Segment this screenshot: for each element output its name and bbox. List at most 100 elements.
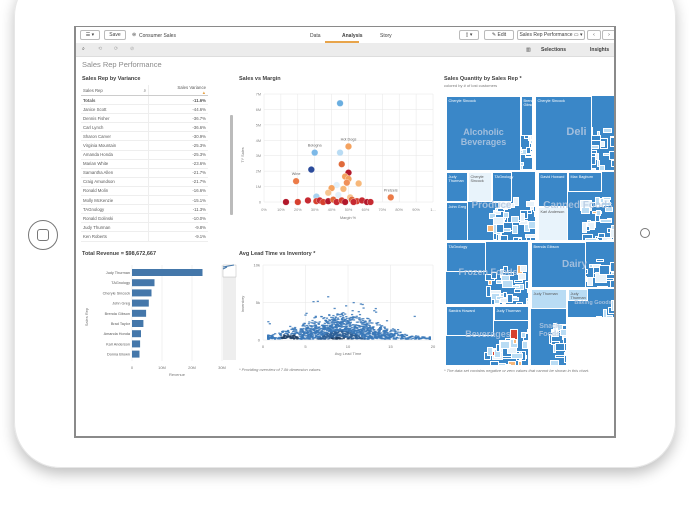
table-row[interactable]: Judy Thurman -9.8%: [81, 222, 208, 233]
treemap-tile[interactable]: [609, 137, 614, 148]
treemap-tile[interactable]: [531, 144, 532, 151]
treemap-tile[interactable]: [513, 279, 524, 284]
treemap-tile[interactable]: [512, 284, 521, 289]
treemap-tile[interactable]: [614, 207, 616, 213]
table-scrollbar[interactable]: [230, 115, 233, 215]
treemap-tile[interactable]: [518, 361, 523, 365]
treemap-category[interactable]: Brenda Gibson Dairy: [530, 241, 616, 288]
treemap-tile[interactable]: [565, 321, 566, 327]
treemap-tile[interactable]: [531, 152, 532, 156]
bar[interactable]: [132, 350, 140, 358]
table-row[interactable]: Janice Scott -44.6%: [81, 104, 208, 115]
scatter-point[interactable]: [350, 198, 358, 206]
tab-story[interactable]: Story: [380, 33, 392, 39]
treemap-rep-tile[interactable]: Brenda Gibson: [521, 96, 532, 136]
tab-analysis[interactable]: Analysis: [342, 33, 363, 39]
table-row[interactable]: Samantha Allen -21.7%: [81, 168, 208, 178]
bar[interactable]: [132, 299, 149, 307]
bar[interactable]: [132, 320, 144, 327]
treemap-rep-tile[interactable]: Judy Thurman: [446, 172, 468, 202]
treemap-tile[interactable]: [489, 361, 500, 365]
scatter-point[interactable]: [292, 177, 300, 185]
table-row[interactable]: Virginia Mountain -25.3%: [81, 140, 208, 151]
treemap-tile[interactable]: [613, 307, 614, 317]
table-row[interactable]: Carl Lynch -36.6%: [81, 122, 208, 133]
treemap-category[interactable]: Judy Thurman Cheryle Sincock TAGnology John…: [445, 171, 536, 241]
treemap-tile[interactable]: [518, 365, 525, 366]
treemap-rep-tile[interactable]: Judy Thurman: [494, 306, 528, 321]
bar[interactable]: [132, 309, 147, 317]
treemap-tile[interactable]: [598, 232, 605, 239]
treemap-rep-tile[interactable]: Max Bagburn: [568, 172, 602, 192]
table-row[interactable]: Dennis Fisher -36.7%: [81, 113, 208, 124]
treemap-tile[interactable]: [525, 281, 528, 289]
treemap-tile[interactable]: [609, 150, 614, 161]
treemap-tile[interactable]: [503, 212, 510, 218]
scatter-point[interactable]: [311, 149, 319, 157]
scatter-point[interactable]: [304, 197, 312, 204]
bar[interactable]: [132, 289, 152, 297]
treemap-tile[interactable]: [550, 359, 560, 365]
minichart-scrollbar[interactable]: [223, 265, 236, 360]
table-row[interactable]: Molly McKenzie -15.1%: [81, 195, 208, 206]
table-row[interactable]: Sharon Carver -30.9%: [81, 131, 208, 142]
treemap-tile[interactable]: [609, 228, 614, 239]
scatter-point[interactable]: [367, 198, 374, 206]
table-row[interactable]: Ronald Golinski -10.0%: [81, 213, 208, 224]
treemap-tile[interactable]: [512, 225, 519, 235]
table-row[interactable]: Amanda Honda -25.3%: [81, 150, 208, 160]
treemap-tile[interactable]: [520, 213, 525, 223]
treemap-tile[interactable]: [506, 293, 514, 303]
treemap-tile[interactable]: [502, 228, 512, 232]
treemap-category[interactable]: Cheryle Sincock Brenda Gibson Alcoholic Be…: [445, 95, 533, 171]
treemap-tile[interactable]: [502, 279, 514, 289]
treemap-tile[interactable]: [615, 162, 616, 171]
treemap-tile[interactable]: [614, 271, 616, 281]
treemap-rep-tile[interactable]: Karl Anderson: [538, 207, 568, 240]
header-sales-rep[interactable]: Sales Rep ⌕: [81, 85, 149, 96]
next-sheet-button[interactable]: ›: [602, 30, 614, 40]
treemap-tile[interactable]: [524, 233, 535, 239]
treemap-tile[interactable]: [506, 363, 510, 365]
home-button[interactable]: [28, 220, 58, 250]
scatter-point[interactable]: [345, 143, 352, 150]
treemap-rep-tile[interactable]: Cheryle Sincock: [468, 172, 492, 202]
scatter-point[interactable]: [387, 193, 395, 201]
treemap-tile[interactable]: [565, 349, 566, 357]
treemap-tile[interactable]: [610, 159, 614, 167]
clear-selections-icon[interactable]: ⊘: [130, 46, 134, 52]
treemap-tile[interactable]: [534, 211, 535, 218]
table-row[interactable]: Craig Amundson -21.7%: [81, 177, 208, 187]
global-menu-button[interactable]: ☰ ▾: [80, 30, 100, 40]
treemap-tile[interactable]: [514, 288, 521, 294]
scatter-point[interactable]: [336, 99, 344, 107]
scatter-point[interactable]: [336, 149, 344, 157]
bar[interactable]: [132, 330, 141, 338]
table-row[interactable]: Ronald Molin -16.6%: [81, 186, 208, 197]
bookmark-button[interactable]: ▯ ▾: [459, 30, 479, 40]
treemap-tile[interactable]: [615, 126, 616, 132]
treemap-tile[interactable]: [585, 225, 591, 232]
scatter-point[interactable]: [343, 179, 351, 187]
treemap-category[interactable]: Cheryle Sincock Deli: [534, 95, 616, 171]
treemap-rep-tile[interactable]: TAGnology: [492, 172, 513, 202]
search-icon[interactable]: ⌕: [144, 88, 146, 93]
treemap-tile[interactable]: [528, 365, 529, 366]
treemap-tile[interactable]: [511, 352, 523, 359]
treemap-tile[interactable]: [487, 346, 494, 357]
scatter-point[interactable]: [294, 198, 302, 206]
table-row[interactable]: Marian White -23.6%: [81, 159, 208, 169]
header-sales-variance[interactable]: Sales Variance ▲: [148, 85, 208, 96]
step-forward-icon[interactable]: ⟳: [114, 46, 118, 52]
scatter-point[interactable]: [324, 189, 332, 197]
treemap-category[interactable]: Sandra Howard Judy Thurman Beverages: [445, 305, 529, 366]
treemap-tile[interactable]: [566, 318, 567, 329]
treemap-category[interactable]: Judy Thurman Baking Goods: [567, 288, 614, 318]
table-row[interactable]: Ken Roberts -9.1%: [81, 231, 208, 242]
insights-button[interactable]: Insights: [590, 47, 609, 53]
step-back-icon[interactable]: ⟲: [98, 46, 102, 52]
table-row[interactable]: TAGnology -11.3%: [81, 204, 208, 215]
treemap-tile[interactable]: [490, 365, 497, 366]
selections-button[interactable]: Selections: [541, 47, 566, 53]
save-button[interactable]: Save: [104, 30, 126, 40]
